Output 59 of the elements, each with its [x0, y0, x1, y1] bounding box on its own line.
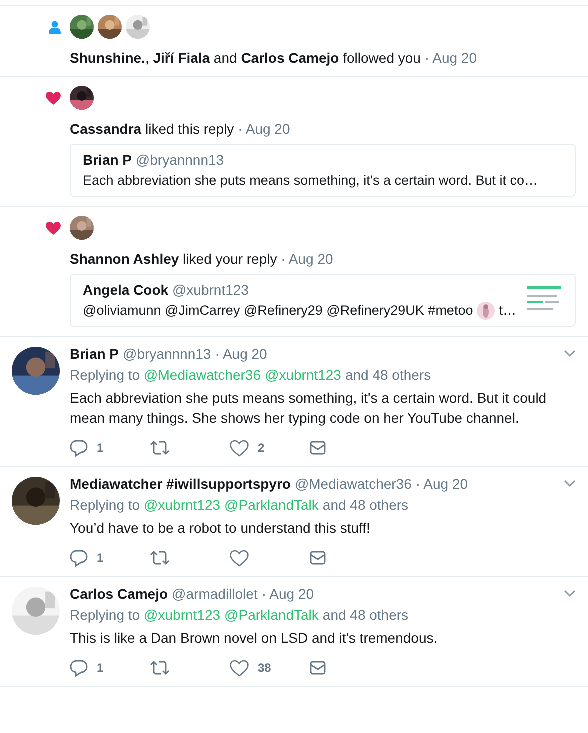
author-name: Angela Cook	[83, 282, 169, 298]
mention-link[interactable]: @xubrnt123	[144, 496, 221, 514]
like-count: 38	[258, 661, 272, 675]
heart-icon[interactable]	[230, 550, 249, 566]
author-name: Brian P	[70, 345, 120, 363]
author-handle: @bryannnn13	[136, 152, 224, 168]
author-name: Brian P	[83, 152, 132, 168]
quoted-text: @oliviamunn @JimCarrey @Refinery29 @Refinery29UK #metoo	[83, 302, 474, 320]
mail-icon[interactable]	[310, 441, 326, 455]
quoted-tweet[interactable]: Brian P @bryannnn13 Each abbreviation she puts means something, it's a certain word. But it co…	[70, 144, 576, 197]
author-handle: @bryannnn13	[123, 345, 212, 363]
person-icon	[49, 21, 61, 34]
author-name: Carlos Camejo	[70, 585, 168, 603]
reply-icon[interactable]	[70, 440, 88, 456]
tweet-text: Each abbreviation she puts means something, it's a certain word. But it could mean many things. She shows her typing code on her YouTube channel.	[70, 389, 548, 428]
author-handle: @Mediawatcher36	[294, 475, 412, 493]
mention-link[interactable]: @ParklandTalk	[224, 606, 319, 624]
reply-count: 1	[97, 441, 104, 455]
others-link[interactable]: and 48 others	[322, 606, 409, 624]
mail-icon[interactable]	[310, 551, 326, 565]
author-name: Mediawatcher #iwillsupportspyro	[70, 475, 291, 493]
replying-label: Replying to	[70, 496, 140, 514]
heart-icon	[46, 222, 61, 235]
tweet-text: This is like a Dan Brown novel on LSD and it's tremendous.	[70, 629, 439, 648]
retweet-icon[interactable]	[150, 551, 170, 565]
quoted-text: t…	[499, 302, 516, 320]
author-handle: @armadillolet	[172, 585, 258, 603]
mail-icon[interactable]	[310, 661, 326, 675]
chevron-icon[interactable]	[564, 350, 576, 358]
mention-link[interactable]: @xubrnt123	[264, 366, 342, 384]
quoted-text: Each abbreviation she puts means something, it's a certain word. But it co…	[83, 172, 538, 190]
quoted-tweet[interactable]: Angela Cook @xubrnt123 @oliviamunn @JimCarrey @Refinery29 @Refinery29UK #metoo t…	[70, 274, 576, 327]
reply-count: 1	[97, 661, 104, 675]
reply-icon[interactable]	[70, 660, 88, 676]
chevron-icon[interactable]	[564, 480, 576, 488]
tweet-text: You’d have to be a robot to understand this stuff!	[70, 519, 372, 538]
others-link[interactable]: and 48 others	[345, 366, 432, 384]
replying-label: Replying to	[70, 366, 140, 384]
heart-icon[interactable]	[230, 660, 249, 676]
tweet-time: · Aug 20	[416, 475, 468, 493]
notification-text: Shannon Ashley liked your reply · Aug 20	[70, 250, 334, 268]
notification-text: Cassandra liked this reply · Aug 20	[70, 120, 292, 138]
heart-icon	[46, 92, 61, 105]
replying-label: Replying to	[70, 606, 140, 624]
reply-count: 1	[97, 551, 104, 565]
retweet-icon[interactable]	[150, 441, 170, 455]
like-count: 2	[258, 441, 265, 455]
retweet-icon[interactable]	[150, 661, 170, 675]
mention-link[interactable]: @Mediawatcher36	[144, 366, 261, 384]
tweet-time: · Aug 20	[262, 585, 314, 603]
reply-icon[interactable]	[70, 550, 88, 566]
chevron-icon[interactable]	[564, 590, 576, 598]
mention-link[interactable]: @ParklandTalk	[224, 496, 319, 514]
others-link[interactable]: and 48 others	[322, 496, 409, 514]
author-handle: @xubrnt123	[172, 282, 249, 298]
tweet-time: · Aug 20	[215, 345, 268, 363]
heart-icon[interactable]	[230, 440, 249, 456]
notification-text: Shunshine., Jiří Fiala and Carlos Camejo followed you · Aug 20	[70, 49, 478, 67]
mention-link[interactable]: @xubrnt123	[144, 606, 221, 624]
